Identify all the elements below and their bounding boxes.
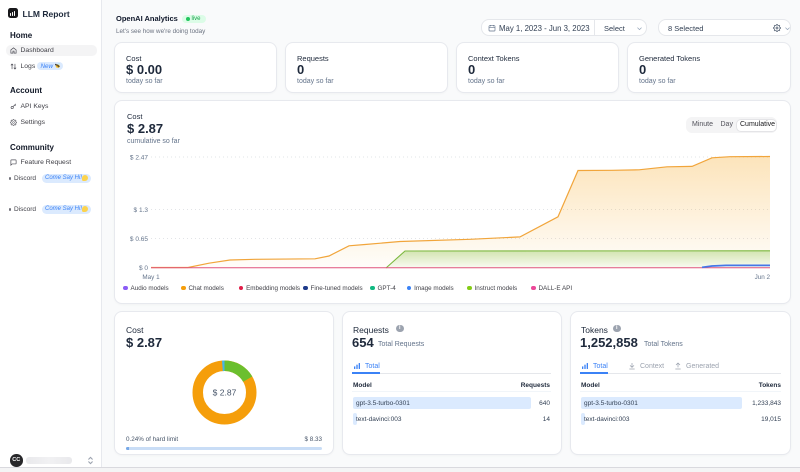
svg-text:$ 1.3: $ 1.3: [134, 207, 149, 214]
svg-text:May 1: May 1: [142, 274, 160, 281]
svg-text:$ 0: $ 0: [139, 265, 148, 272]
svg-text:$ 2.87: $ 2.87: [213, 388, 237, 398]
svg-text:$ 0.65: $ 0.65: [130, 236, 148, 243]
svg-text:Jun 2: Jun 2: [755, 274, 771, 281]
svg-text:$ 2.47: $ 2.47: [130, 155, 148, 162]
